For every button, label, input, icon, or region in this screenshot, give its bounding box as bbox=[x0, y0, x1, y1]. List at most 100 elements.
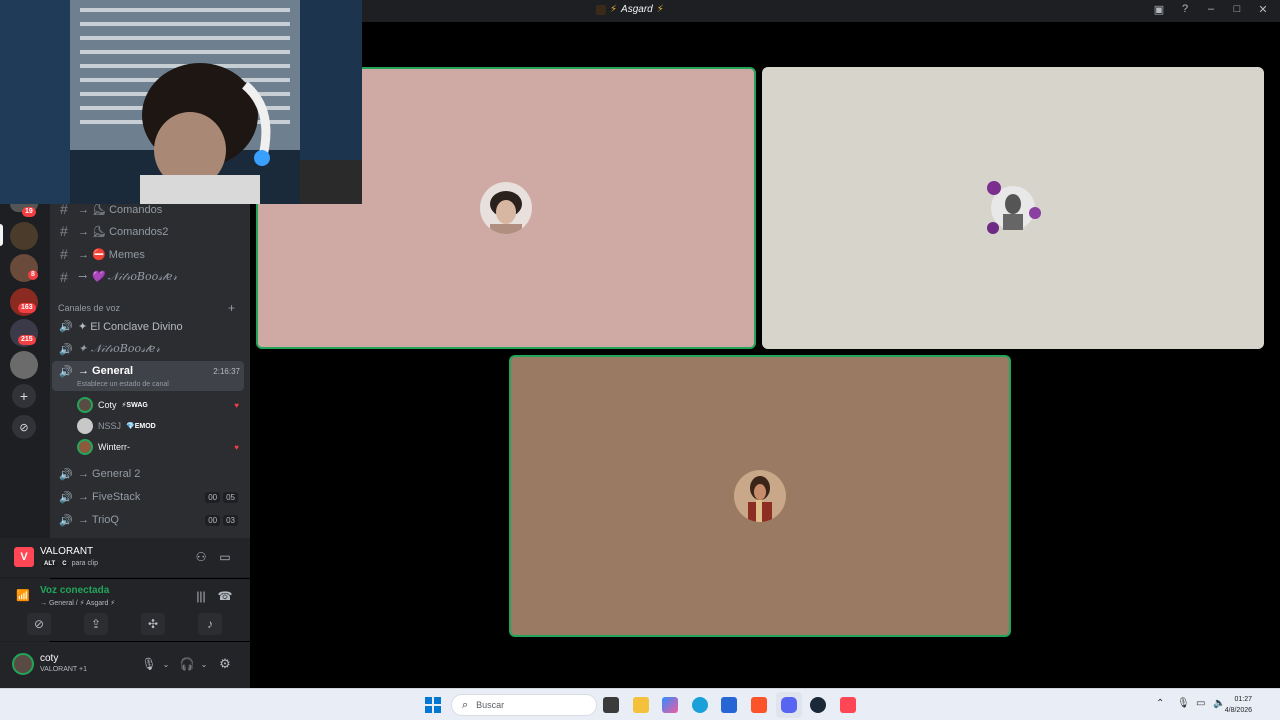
explore-servers-icon[interactable]: ⊘ bbox=[12, 415, 36, 439]
activities-button[interactable]: ✣ bbox=[141, 613, 165, 635]
call-timer: 2:16:37 bbox=[213, 366, 240, 376]
speaker-icon: 🔊 bbox=[59, 320, 73, 333]
avatar bbox=[480, 182, 532, 234]
channel-list: # → ⛸ Comandos # → ⛸ Comandos2 # → ⛔ Mem… bbox=[50, 204, 250, 538]
webcam-overlay bbox=[0, 0, 362, 204]
steam-icon[interactable] bbox=[810, 697, 826, 713]
clock[interactable]: 01:27 4/8/2026 bbox=[1225, 694, 1252, 716]
speaker-icon: 🔊 bbox=[59, 514, 73, 527]
stream-icon: ♥ bbox=[234, 400, 239, 410]
hash-icon: # bbox=[60, 246, 68, 262]
text-channel[interactable]: # → ⛔ Memes bbox=[50, 244, 250, 264]
camera-off-button[interactable]: ⊘ bbox=[27, 613, 51, 635]
add-channel-icon[interactable]: + bbox=[228, 301, 235, 315]
voice-user-nssj[interactable]: NSSJ 💎EMOD bbox=[77, 416, 245, 436]
channel-status[interactable]: Establece un estado de canal bbox=[77, 381, 169, 388]
invite-icon[interactable]: ⚇ bbox=[189, 546, 213, 568]
text-channel[interactable]: # → ⛸ Comandos2 bbox=[50, 221, 250, 241]
voice-status: Voz conectada bbox=[40, 585, 110, 596]
key-c: C bbox=[60, 560, 69, 567]
signal-icon: 📶 bbox=[16, 590, 30, 602]
text-channel[interactable]: # → ⛸ Comandos bbox=[50, 204, 250, 219]
file-explorer-icon[interactable] bbox=[633, 697, 649, 713]
copilot-icon[interactable] bbox=[662, 697, 678, 713]
speaker-icon: 🔊 bbox=[59, 365, 73, 378]
maximize-button[interactable]: □ bbox=[1230, 3, 1244, 16]
voice-location[interactable]: → General / ⚡ Asgard ⚡ bbox=[40, 599, 115, 607]
hash-icon: # bbox=[60, 204, 68, 217]
speaker-icon: 🔊 bbox=[59, 343, 73, 356]
participant-tile-winterr[interactable] bbox=[509, 355, 1011, 637]
valorant-icon: V bbox=[14, 547, 34, 567]
hash-icon: # bbox=[60, 269, 68, 285]
search-placeholder: Buscar bbox=[476, 700, 505, 710]
add-server-icon[interactable]: + bbox=[12, 384, 36, 408]
user-count: 00 bbox=[205, 515, 221, 526]
volume-icon[interactable]: 🔈 bbox=[1213, 698, 1225, 709]
date: 4/8/2026 bbox=[1224, 707, 1252, 714]
start-icon[interactable] bbox=[425, 697, 441, 713]
key-alt: ALT bbox=[42, 560, 58, 567]
help-icon[interactable]: ? bbox=[1178, 3, 1192, 16]
clip-hint: para clip bbox=[71, 560, 99, 567]
voice-channel[interactable]: 🔊 → TrioQ 00 03 bbox=[50, 510, 250, 530]
avatar bbox=[77, 397, 93, 413]
search-icon: ⌕ bbox=[462, 698, 469, 711]
avatar bbox=[983, 178, 1043, 238]
close-button[interactable]: ✕ bbox=[1256, 3, 1270, 16]
app-icon bbox=[596, 4, 606, 15]
text-channel[interactable]: # → 💜 𝒩𝒾𝓉𝓇𝑜𝐵𝑜𝑜𝓈𝓉𝑒𝓇 bbox=[50, 267, 250, 287]
user-limit: 03 bbox=[223, 515, 238, 526]
voice-channel-general[interactable]: 🔊 → General 2:16:37 bbox=[50, 361, 250, 381]
gear-icon[interactable]: ⚙ bbox=[213, 653, 237, 675]
title-text: Asgard bbox=[621, 4, 653, 15]
stream-icon: ♥ bbox=[234, 442, 239, 452]
participant-tile-nssj[interactable] bbox=[762, 67, 1264, 349]
voice-channel[interactable]: 🔊 ✦ El Conclave Divino bbox=[50, 316, 250, 336]
server-icon-asgard[interactable] bbox=[10, 222, 38, 250]
server-badge: 215 bbox=[18, 335, 36, 345]
window-title: ⚡ Asgard ⚡ bbox=[596, 4, 664, 15]
voice-channel[interactable]: 🔊 ✦ 𝒩𝒾𝓉𝓇𝑜𝐵𝑜𝑜𝓈𝓉𝑒𝓇 bbox=[50, 339, 250, 359]
minimize-button[interactable]: – bbox=[1204, 3, 1218, 16]
avatar bbox=[734, 470, 786, 522]
search-box[interactable]: ⌕ Buscar bbox=[451, 694, 597, 716]
server-badge: 8 bbox=[28, 270, 38, 280]
voice-stage bbox=[250, 22, 1280, 688]
valorant-taskbar-icon[interactable] bbox=[840, 697, 856, 713]
time: 01:27 bbox=[1234, 696, 1252, 703]
activity-panel: V VALORANT ALT C para clip ⚇ ▭ bbox=[0, 538, 250, 578]
voice-user-coty[interactable]: Coty ⚡SWAG ♥ bbox=[77, 395, 245, 415]
user-panel: coty VALORANT +1 🎙 ⌄ 🎧 ⌄ ⚙ bbox=[0, 642, 250, 688]
inbox-icon[interactable]: ▣ bbox=[1152, 3, 1166, 16]
user-avatar[interactable] bbox=[12, 653, 34, 675]
voice-user-winterr[interactable]: Winterr- ♥ bbox=[77, 437, 245, 457]
server-badge: 19 bbox=[22, 207, 36, 217]
edge-icon[interactable] bbox=[692, 697, 708, 713]
taskbar: ⌕ Buscar ⌃ 🎙 ▭ 🔈 01:27 4/8/2026 bbox=[0, 688, 1280, 720]
network-icon[interactable]: ▭ bbox=[1196, 698, 1205, 709]
share-screen-button[interactable]: ⇪ bbox=[84, 613, 108, 635]
noise-suppression-icon[interactable]: ||| bbox=[189, 585, 213, 607]
voice-category[interactable]: Canales de voz bbox=[58, 303, 120, 313]
username: coty bbox=[40, 653, 59, 664]
title-suffix: ⚡ bbox=[656, 4, 664, 15]
active-server-indicator bbox=[0, 224, 3, 246]
brave-icon[interactable] bbox=[751, 697, 767, 713]
soundboard-button[interactable]: ♪ bbox=[198, 613, 222, 635]
avatar bbox=[77, 439, 93, 455]
server-badge: 163 bbox=[18, 303, 36, 313]
game-name: VALORANT bbox=[40, 546, 94, 557]
task-view-icon[interactable] bbox=[603, 697, 619, 713]
disconnect-icon[interactable]: ☎ bbox=[213, 585, 237, 607]
screen-share-icon[interactable]: ▭ bbox=[213, 546, 237, 568]
store-icon[interactable] bbox=[721, 697, 737, 713]
voice-channel[interactable]: 🔊 → FiveStack 00 05 bbox=[50, 487, 250, 507]
chevron-up-icon[interactable]: ⌃ bbox=[1156, 698, 1164, 709]
user-limit: 05 bbox=[223, 492, 238, 503]
voice-channel[interactable]: 🔊 → General 2 bbox=[50, 464, 250, 484]
discord-icon[interactable] bbox=[781, 697, 797, 713]
server-icon[interactable] bbox=[10, 351, 38, 379]
microphone-tray-icon[interactable]: 🎙 bbox=[1177, 698, 1190, 709]
user-count: 00 bbox=[205, 492, 221, 503]
